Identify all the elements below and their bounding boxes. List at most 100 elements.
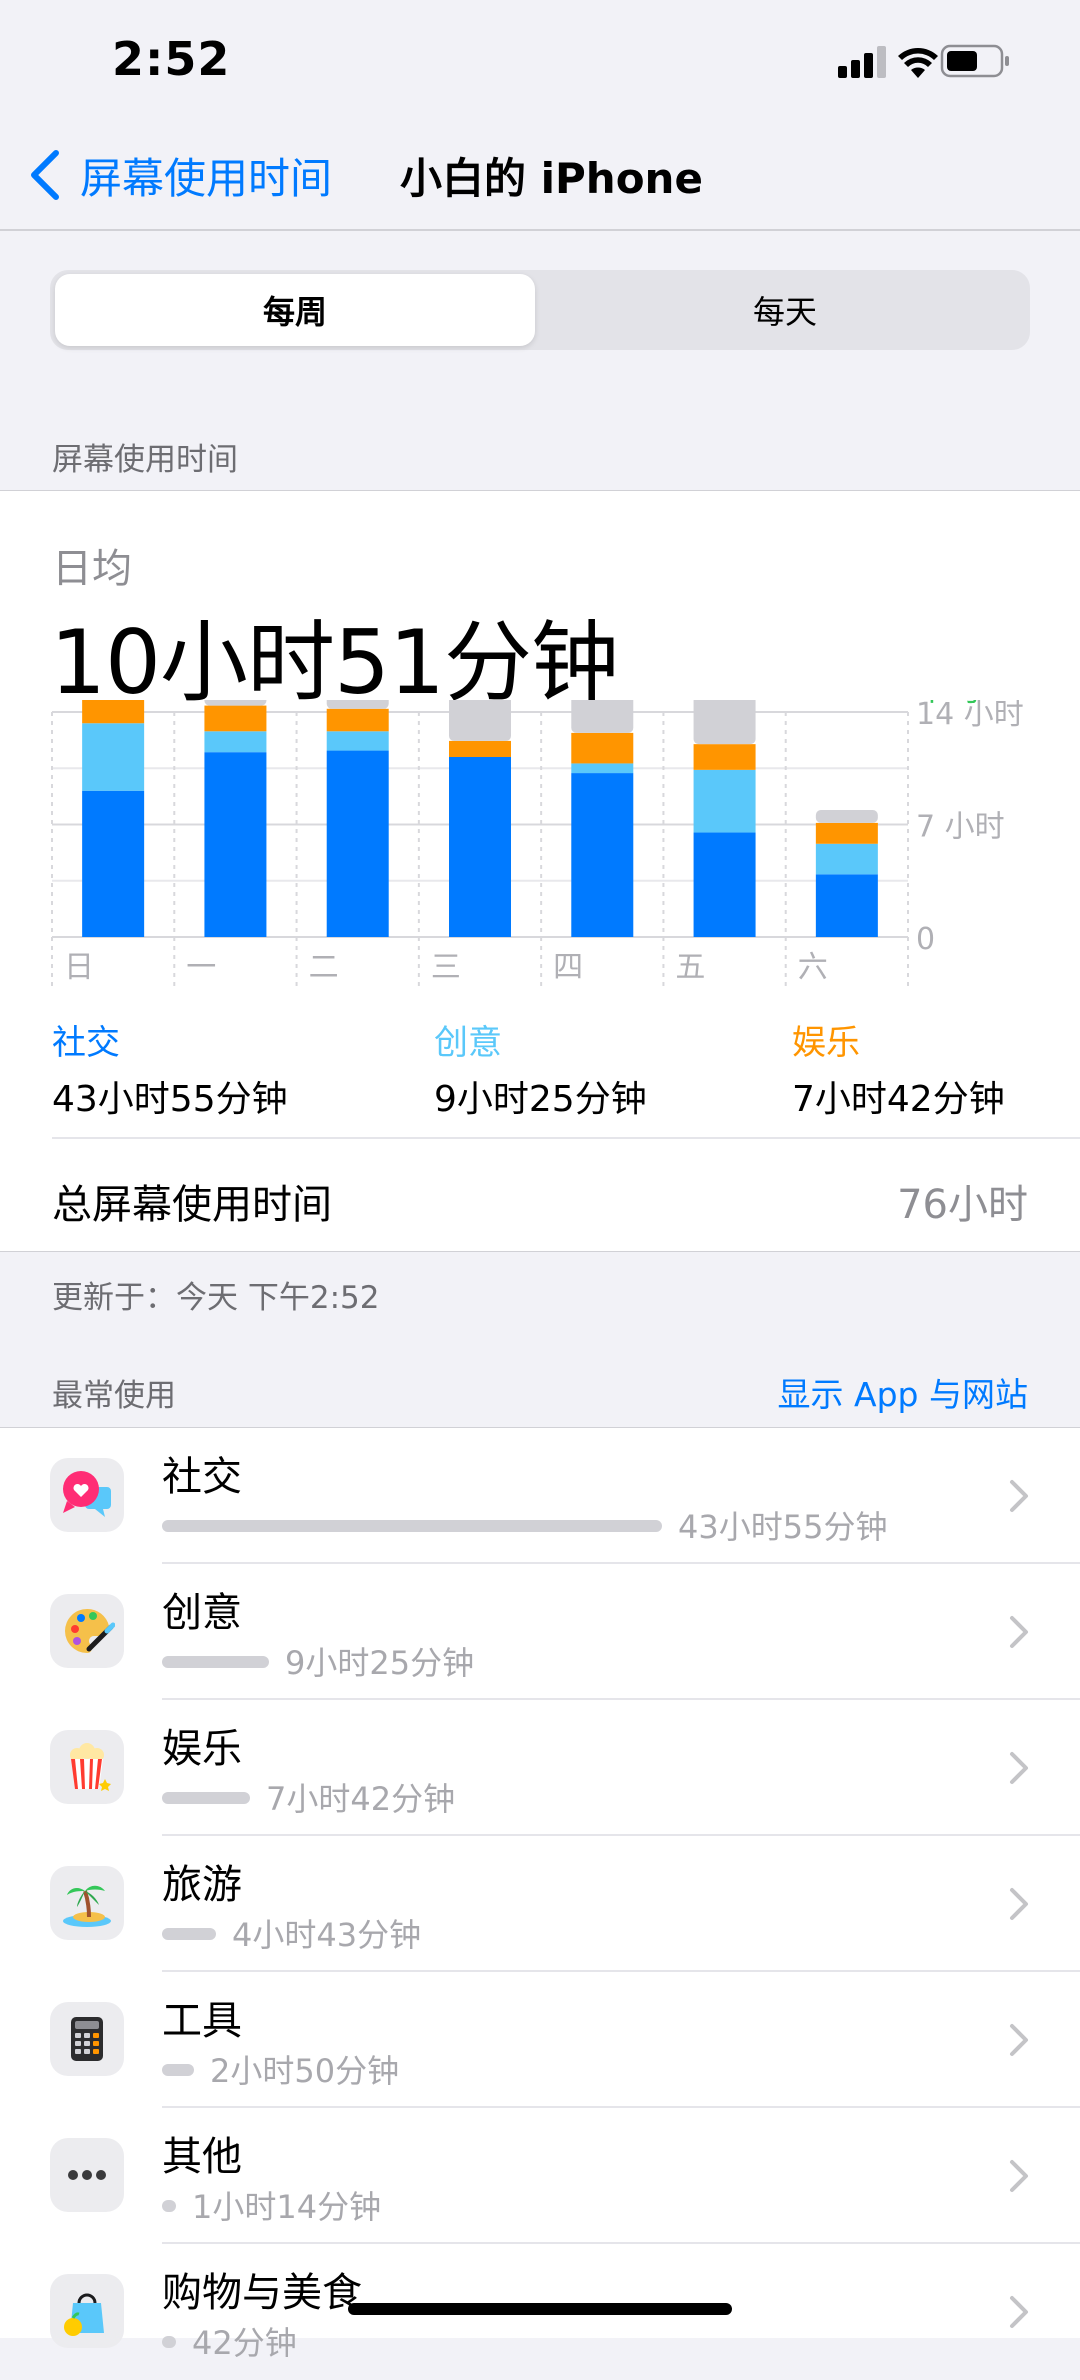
segment-weekly[interactable]: 每周 xyxy=(55,274,535,346)
social-icon xyxy=(50,1458,124,1532)
show-apps-websites-link[interactable]: 显示 App 与网站 xyxy=(778,1368,1028,1416)
legend-creative-value: 9小时25分钟 xyxy=(434,1079,647,1120)
bar-segment xyxy=(326,731,389,751)
back-label: 屏幕使用时间 xyxy=(80,153,333,203)
usage-bar xyxy=(162,1928,216,1940)
bar-segment xyxy=(815,810,878,823)
legend-entertainment-name: 娱乐 xyxy=(792,1023,860,1063)
bar-segment xyxy=(693,769,756,833)
app-name: 旅游 xyxy=(162,1862,242,1908)
x-tick-label: 四 xyxy=(553,950,583,985)
most-used-label: 最常使用 xyxy=(52,1378,176,1414)
legend-creative-name: 创意 xyxy=(434,1023,502,1063)
chevron-right-icon xyxy=(1010,1752,1028,1784)
x-tick-label: 五 xyxy=(675,950,705,985)
chevron-right-icon xyxy=(1010,2160,1028,2192)
x-tick-label: 一 xyxy=(186,950,216,985)
bar-segment xyxy=(693,744,756,770)
usage-bar xyxy=(162,2200,176,2212)
x-tick-label: 三 xyxy=(431,950,461,985)
card-divider xyxy=(52,1137,1080,1139)
most-used-list: 社交 43小时55分钟 创意 9小时25分钟 娱乐 7小时42分钟 旅游 4小时… xyxy=(0,1427,1080,2362)
legend-entertainment: 娱乐 7小时42分钟 xyxy=(792,1015,1052,1122)
back-button[interactable]: 屏幕使用时间 xyxy=(28,140,332,210)
total-screen-time-label: 总屏幕使用时间 xyxy=(52,1182,332,1228)
usage-time: 9小时25分钟 xyxy=(285,1644,475,1682)
legend-social-name: 社交 xyxy=(52,1023,120,1063)
palette-icon xyxy=(50,1594,124,1668)
x-tick-label: 六 xyxy=(798,950,828,985)
daily-average-label: 日均 xyxy=(52,546,132,592)
section-label-screen-time: 屏幕使用时间 xyxy=(52,442,238,478)
usage-bar-chart: 日一二三四五六平均14 小时7 小时0 xyxy=(51,700,1024,989)
usage-bar xyxy=(162,1656,269,1668)
x-tick-label: 日 xyxy=(64,950,94,985)
island-icon xyxy=(50,1866,124,1940)
legend-social-value: 43小时55分钟 xyxy=(52,1079,288,1120)
cellular-signal-icon xyxy=(838,46,886,78)
battery-icon xyxy=(940,44,1009,78)
bar-segment xyxy=(82,790,145,937)
popcorn-icon xyxy=(50,1730,124,1804)
y-tick-label: 0 xyxy=(916,922,935,957)
bar-segment xyxy=(571,732,634,764)
segment-daily[interactable]: 每天 xyxy=(545,274,1025,346)
home-indicator xyxy=(348,2303,732,2315)
nav-divider xyxy=(0,229,1080,231)
usage-bar xyxy=(162,2336,176,2348)
total-screen-time-value: 76小时 xyxy=(897,1182,1028,1228)
bar-segment xyxy=(326,700,389,709)
app-name: 娱乐 xyxy=(162,1726,242,1772)
bar-segment xyxy=(571,773,634,937)
list-item-other[interactable]: 其他 1小时14分钟 xyxy=(0,2108,1080,2244)
calculator-icon xyxy=(50,2002,124,2076)
bar-segment xyxy=(815,822,878,844)
chevron-right-icon xyxy=(1010,1888,1028,1920)
legend-entertainment-value: 7小时42分钟 xyxy=(792,1079,1005,1120)
usage-time: 1小时14分钟 xyxy=(192,2188,382,2226)
bar-segment xyxy=(815,843,878,875)
app-name: 创意 xyxy=(162,1590,242,1636)
more-icon xyxy=(50,2138,124,2212)
wifi-icon xyxy=(898,48,938,78)
list-item-entertainment[interactable]: 娱乐 7小时42分钟 xyxy=(0,1700,1080,1836)
bar-segment xyxy=(204,705,267,732)
bar-segment xyxy=(204,700,267,706)
bar-segment xyxy=(693,700,756,745)
bar-segment xyxy=(449,740,511,757)
chevron-right-icon xyxy=(1010,2024,1028,2056)
list-item-travel[interactable]: 旅游 4小时43分钟 xyxy=(0,1836,1080,1972)
usage-time: 7小时42分钟 xyxy=(266,1780,456,1818)
list-item-social[interactable]: 社交 43小时55分钟 xyxy=(0,1428,1080,1564)
x-tick-label: 二 xyxy=(309,950,339,985)
app-name: 其他 xyxy=(162,2134,242,2180)
usage-time: 42分钟 xyxy=(192,2324,297,2362)
bar-segment xyxy=(82,723,145,791)
bar-segment xyxy=(693,832,756,937)
y-tick-label: 14 小时 xyxy=(916,700,1024,732)
updated-text: 更新于：今天 下午2:52 xyxy=(52,1280,380,1316)
bar-segment xyxy=(815,874,878,937)
usage-bar xyxy=(162,1520,662,1532)
status-icons xyxy=(838,44,1009,78)
chevron-right-icon xyxy=(1010,1616,1028,1648)
bar-segment xyxy=(571,763,634,774)
bar-segment xyxy=(82,700,145,724)
list-item-creative[interactable]: 创意 9小时25分钟 xyxy=(0,1564,1080,1700)
bar-segment xyxy=(571,700,634,733)
chevron-right-icon xyxy=(1010,2296,1028,2328)
list-item-utilities[interactable]: 工具 2小时50分钟 xyxy=(0,1972,1080,2108)
bar-segment xyxy=(326,750,389,937)
legend-creative: 创意 9小时25分钟 xyxy=(434,1015,734,1122)
bar-segment xyxy=(204,731,267,753)
nav-title: 小白的 iPhone xyxy=(400,154,703,203)
usage-time: 43小时55分钟 xyxy=(678,1508,888,1546)
app-name: 社交 xyxy=(162,1454,242,1500)
period-segmented-control: 每周 每天 xyxy=(50,270,1030,350)
y-tick-label: 7 小时 xyxy=(916,810,1005,845)
chevron-right-icon xyxy=(1010,1480,1028,1512)
legend-social: 社交 43小时55分钟 xyxy=(52,1015,352,1122)
app-name: 购物与美食 xyxy=(162,2270,362,2316)
usage-time: 4小时43分钟 xyxy=(232,1916,422,1954)
bar-segment xyxy=(326,708,389,732)
